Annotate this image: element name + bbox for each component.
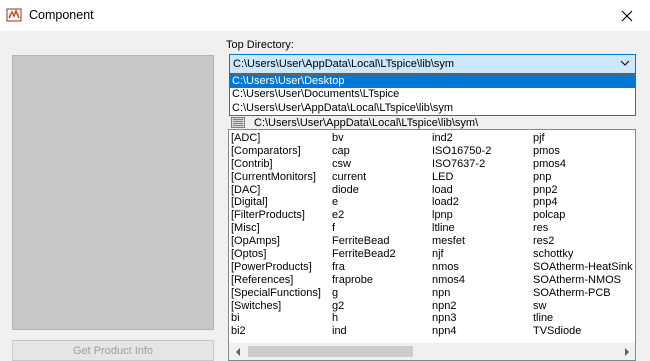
file-list-item[interactable]: res (533, 222, 633, 235)
file-list-item[interactable]: SOAtherm-HeatSink (533, 261, 633, 274)
file-list-item[interactable]: tline (533, 312, 633, 325)
file-list-item[interactable]: bv (332, 132, 432, 145)
file-list-item[interactable]: njf (432, 248, 533, 261)
top-directory-combobox[interactable]: C:\Users\User\AppData\Local\LTspice\lib\… (229, 54, 636, 74)
file-list-item[interactable]: [Contrib] (231, 158, 332, 171)
symbol-preview (12, 55, 214, 330)
file-list-item[interactable]: csw (332, 158, 432, 171)
file-list-item[interactable]: e2 (332, 209, 432, 222)
ltspice-component-icon (6, 8, 22, 22)
top-directory-label: Top Directory: (226, 39, 294, 51)
chevron-down-icon[interactable] (620, 58, 630, 68)
file-list-item[interactable]: [ADC] (231, 132, 332, 145)
file-list-item[interactable]: nmos4 (432, 274, 533, 287)
file-list-grid: [ADC] bv ind2 pjf [Comparators] cap ISO16750-2… (231, 132, 633, 338)
file-list-item[interactable]: fraprobe (332, 274, 432, 287)
scroll-left-button[interactable] (229, 343, 246, 360)
file-list-item[interactable]: pnp2 (533, 184, 633, 197)
file-list-item[interactable]: [PowerProducts] (231, 261, 332, 274)
file-list-item[interactable]: pmos (533, 145, 633, 158)
file-list-item[interactable]: current (332, 171, 432, 184)
file-list-item[interactable]: ltline (432, 222, 533, 235)
file-list-item[interactable]: h (332, 312, 432, 325)
file-list-item[interactable]: FerriteBead2 (332, 248, 432, 261)
current-path-row: C:\Users\User\AppData\Local\LTspice\lib\… (231, 116, 478, 129)
file-list-item[interactable]: load2 (432, 196, 533, 209)
current-path-text: C:\Users\User\AppData\Local\LTspice\lib\… (254, 116, 479, 129)
file-list-item[interactable]: [OpAmps] (231, 235, 332, 248)
file-list-item[interactable]: mesfet (432, 235, 533, 248)
file-list-item[interactable]: ind2 (432, 132, 533, 145)
close-button[interactable] (604, 0, 650, 31)
file-list-item[interactable]: npn2 (432, 300, 533, 313)
file-list-item[interactable]: [Digital] (231, 196, 332, 209)
file-list-item[interactable]: LED (432, 171, 533, 184)
file-list-item[interactable]: pnp (533, 171, 633, 184)
file-list-item[interactable]: TVSdiode (533, 325, 633, 338)
file-list-item[interactable]: e (332, 196, 432, 209)
file-list-item[interactable]: npn (432, 287, 533, 300)
file-list-item[interactable]: [Optos] (231, 248, 332, 261)
file-list-item[interactable]: diode (332, 184, 432, 197)
top-directory-dropdown: C:\Users\User\Desktop C:\Users\User\Docu… (229, 74, 636, 116)
file-list-item[interactable]: bi (231, 312, 332, 325)
scroll-right-arrow-icon (624, 347, 629, 356)
file-list-item[interactable]: [References] (231, 274, 332, 287)
file-list-item[interactable]: [CurrentMonitors] (231, 171, 332, 184)
file-list-item[interactable]: load (432, 184, 533, 197)
file-list-item[interactable]: [Comparators] (231, 145, 332, 158)
file-list-item[interactable]: [Switches] (231, 300, 332, 313)
file-list-item[interactable]: cap (332, 145, 432, 158)
file-list-item[interactable]: SOAtherm-PCB (533, 287, 633, 300)
window-title: Component (29, 8, 94, 22)
symbol-file-list[interactable]: [ADC] bv ind2 pjf [Comparators] cap ISO16750-2… (228, 129, 636, 361)
top-directory-value: C:\Users\User\AppData\Local\LTspice\lib\… (233, 58, 455, 70)
file-list-item[interactable]: [Misc] (231, 222, 332, 235)
dropdown-option-documents[interactable]: C:\Users\User\Documents\LTspice (230, 88, 635, 101)
file-list-item[interactable]: npn3 (432, 312, 533, 325)
dropdown-option-desktop[interactable]: C:\Users\User\Desktop (230, 75, 635, 89)
file-list-item[interactable]: [DAC] (231, 184, 332, 197)
file-list-item[interactable]: res2 (533, 235, 633, 248)
file-list-item[interactable]: SOAtherm-NMOS (533, 274, 633, 287)
file-list-item[interactable]: [FilterProducts] (231, 209, 332, 222)
close-icon (621, 10, 633, 21)
file-list-item[interactable]: fra (332, 261, 432, 274)
file-list-item[interactable]: polcap (533, 209, 633, 222)
file-list-item[interactable]: lpnp (432, 209, 533, 222)
get-product-info-button[interactable]: Get Product Info (12, 340, 214, 361)
horizontal-scrollbar[interactable] (229, 343, 635, 360)
title-bar: Component (0, 0, 650, 31)
file-list-item[interactable]: g2 (332, 300, 432, 313)
file-list-item[interactable]: pjf (533, 132, 633, 145)
folder-path-icon (231, 117, 245, 128)
file-list-item[interactable]: sw (533, 300, 633, 313)
file-list-item[interactable]: FerriteBead (332, 235, 432, 248)
file-list-item[interactable]: ISO7637-2 (432, 158, 533, 171)
file-list-item[interactable]: ISO16750-2 (432, 145, 533, 158)
file-list-item[interactable]: nmos (432, 261, 533, 274)
scroll-thumb[interactable] (248, 346, 413, 357)
file-list-item[interactable]: schottky (533, 248, 633, 261)
dropdown-option-sym[interactable]: C:\Users\User\AppData\Local\LTspice\lib\… (230, 102, 635, 115)
file-list-item[interactable]: bi2 (231, 325, 332, 338)
file-list-item[interactable]: npn4 (432, 325, 533, 338)
file-list-item[interactable]: f (332, 222, 432, 235)
file-list-item[interactable]: [SpecialFunctions] (231, 287, 332, 300)
file-list-item[interactable]: ind (332, 325, 432, 338)
scroll-left-arrow-icon (235, 347, 240, 356)
scroll-right-button[interactable] (618, 343, 635, 360)
file-list-item[interactable]: pmos4 (533, 158, 633, 171)
file-list-item[interactable]: pnp4 (533, 196, 633, 209)
file-list-item[interactable]: g (332, 287, 432, 300)
